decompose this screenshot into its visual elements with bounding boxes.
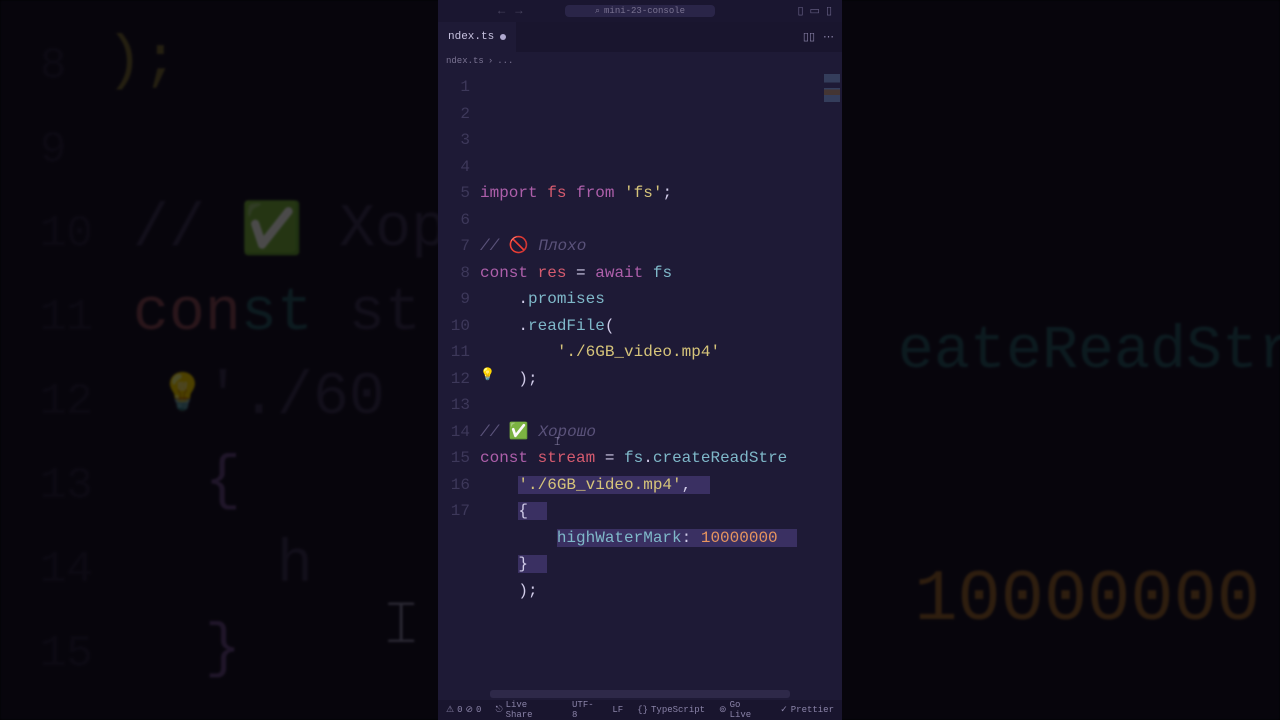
status-golive[interactable]: ⊚ Go Live — [719, 700, 766, 720]
back-arrow-icon[interactable]: ← — [498, 4, 505, 18]
code-line[interactable]: ); — [480, 578, 842, 605]
tab-actions: ▯▯ ⋯ — [803, 30, 834, 44]
breadcrumb-file[interactable]: ndex.ts — [446, 56, 484, 66]
code-line[interactable]: // ✅ Хорошо — [480, 419, 842, 446]
status-eol[interactable]: LF — [612, 705, 623, 715]
code-line[interactable] — [480, 207, 842, 234]
error-icon: ⊘ — [465, 705, 473, 715]
code-line[interactable]: ); — [480, 366, 842, 393]
line-number-gutter: 1234567891011121314151617 — [438, 70, 480, 700]
tab-index-ts[interactable]: ndex.ts — [438, 22, 516, 52]
breadcrumb[interactable]: ndex.ts › ... — [438, 52, 842, 70]
code-content[interactable]: 💡 𝙸 import fs from 'fs'; // 🚫 Плохоconst… — [480, 70, 842, 700]
command-center[interactable]: ⌕ mini-23-console — [565, 5, 715, 17]
line-number: 4 — [438, 154, 470, 181]
line-number: 9 — [438, 286, 470, 313]
titlebar: ← → ⌕ mini-23-console ▯ ▭ ▯ — [438, 0, 842, 22]
line-number: 5 — [438, 180, 470, 207]
nav-arrows[interactable]: ← → — [498, 4, 522, 18]
panel-left-icon[interactable]: ▯ — [797, 4, 803, 18]
lightbulb-icon[interactable]: 💡 — [480, 362, 495, 389]
more-actions-icon[interactable]: ⋯ — [823, 30, 834, 44]
panel-right-icon[interactable]: ▯ — [826, 4, 832, 18]
layout-controls[interactable]: ▯ ▭ ▯ — [797, 4, 832, 18]
line-number: 12 — [438, 366, 470, 393]
code-line[interactable]: // 🚫 Плохо — [480, 233, 842, 260]
forward-arrow-icon[interactable]: → — [515, 4, 522, 18]
status-encoding[interactable]: UTF-8 — [572, 700, 598, 720]
tab-label: ndex.ts — [448, 31, 494, 43]
line-number: 11 — [438, 339, 470, 366]
code-line[interactable]: import fs from 'fs'; — [480, 180, 842, 207]
line-number: 17 — [438, 498, 470, 525]
code-line[interactable]: } — [480, 551, 842, 578]
line-number: 10 — [438, 313, 470, 340]
check-icon: ✓ — [780, 705, 788, 715]
code-line[interactable]: './6GB_video.mp4', — [480, 472, 842, 499]
code-area[interactable]: 1234567891011121314151617 💡 𝙸 import fs … — [438, 70, 842, 700]
code-line[interactable]: .promises — [480, 286, 842, 313]
chevron-right-icon: › — [488, 56, 493, 66]
line-number: 3 — [438, 127, 470, 154]
status-liveshare[interactable]: ⎋ Live Share — [495, 700, 558, 720]
minimap[interactable] — [824, 74, 840, 102]
line-number: 2 — [438, 101, 470, 128]
broadcast-icon: ⊚ — [719, 705, 727, 715]
status-bar: ⚠ 0 ⊘ 0 ⎋ Live Share UTF-8 LF {} TypeScr… — [438, 700, 842, 720]
line-number: 14 — [438, 419, 470, 446]
code-line[interactable] — [480, 392, 842, 419]
editor-window: ← → ⌕ mini-23-console ▯ ▭ ▯ ndex.ts ▯▯ ⋯… — [438, 0, 842, 720]
line-number: 1 — [438, 74, 470, 101]
tab-bar: ndex.ts ▯▯ ⋯ — [438, 22, 842, 52]
code-line[interactable]: highWaterMark: 10000000 — [480, 525, 842, 552]
line-number: 7 — [438, 233, 470, 260]
braces-icon: {} — [637, 705, 648, 715]
code-line[interactable]: { — [480, 498, 842, 525]
line-number: 16 — [438, 472, 470, 499]
unsaved-dot-icon — [500, 34, 506, 40]
line-number: 13 — [438, 392, 470, 419]
code-line[interactable]: const stream = fs.createReadStre — [480, 445, 842, 472]
search-icon: ⌕ — [595, 6, 600, 16]
line-number: 8 — [438, 260, 470, 287]
code-line[interactable]: const res = await fs — [480, 260, 842, 287]
split-editor-icon[interactable]: ▯▯ — [803, 30, 815, 44]
status-prettier[interactable]: ✓ Prettier — [780, 705, 834, 715]
code-line[interactable] — [480, 604, 842, 631]
status-warnings[interactable]: ⚠ 0 ⊘ 0 — [446, 705, 481, 715]
project-name: mini-23-console — [604, 6, 685, 16]
panel-bottom-icon[interactable]: ▭ — [810, 4, 820, 18]
breadcrumb-rest[interactable]: ... — [497, 56, 513, 66]
warning-icon: ⚠ — [446, 705, 454, 715]
code-line[interactable]: './6GB_video.mp4' — [480, 339, 842, 366]
code-line[interactable]: .readFile( — [480, 313, 842, 340]
horizontal-scrollbar[interactable] — [490, 690, 790, 698]
status-language[interactable]: {} TypeScript — [637, 705, 705, 715]
line-number: 6 — [438, 207, 470, 234]
liveshare-icon: ⎋ — [495, 705, 502, 715]
line-number: 15 — [438, 445, 470, 472]
text-cursor-icon: 𝙸 — [553, 428, 561, 455]
